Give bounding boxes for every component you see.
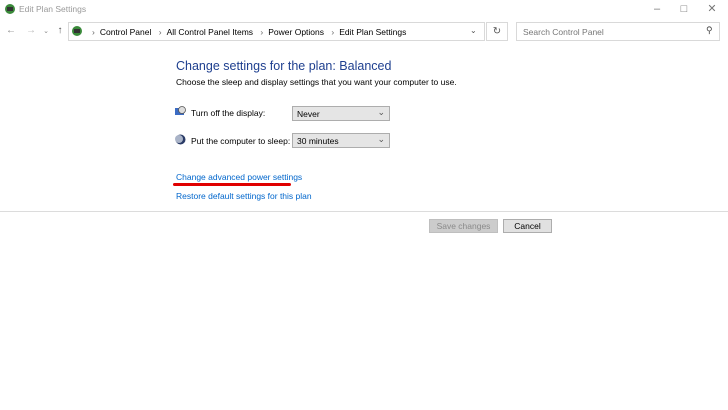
sleep-label: Put the computer to sleep: (191, 136, 291, 146)
back-arrow-icon[interactable]: ← (4, 25, 18, 36)
display-timeout-value: Never (297, 109, 320, 119)
page-subtitle: Choose the sleep and display settings th… (176, 77, 457, 87)
window-title: Edit Plan Settings (19, 4, 87, 14)
search-input[interactable]: Search Control Panel (516, 22, 720, 41)
chevron-right-icon: › (92, 27, 95, 37)
chevron-right-icon: › (331, 27, 335, 37)
display-icon (175, 106, 186, 115)
sleep-timeout-value: 30 minutes (297, 136, 339, 146)
breadcrumb-edit-plan[interactable]: Edit Plan Settings (339, 27, 406, 37)
refresh-button[interactable]: ↻ (486, 22, 508, 41)
search-placeholder: Search Control Panel (523, 27, 604, 37)
breadcrumb: › Control Panel › All Control Panel Items … (92, 27, 406, 37)
display-label: Turn off the display: (191, 108, 266, 118)
search-icon[interactable]: ⚲ (706, 25, 713, 36)
forward-arrow-icon[interactable]: → (24, 25, 38, 36)
sleep-icon (175, 134, 186, 145)
breadcrumb-all-items[interactable]: All Control Panel Items (167, 27, 253, 37)
divider (0, 211, 728, 212)
minimize-button[interactable]: – (646, 2, 668, 16)
display-timeout-select[interactable]: Never ⌄ (292, 106, 390, 121)
restore-defaults-link[interactable]: Restore default settings for this plan (176, 191, 312, 201)
breadcrumb-power-options[interactable]: Power Options (268, 27, 324, 37)
address-dropdown-icon[interactable]: ⌄ (470, 26, 477, 35)
up-arrow-icon[interactable]: ↑ (53, 25, 67, 36)
control-panel-icon (72, 26, 82, 36)
sleep-timeout-select[interactable]: 30 minutes ⌄ (292, 133, 390, 148)
chevron-right-icon: › (158, 27, 162, 37)
maximize-button[interactable]: □ (673, 2, 695, 16)
save-changes-button[interactable]: Save changes (429, 219, 498, 233)
cancel-button[interactable]: Cancel (503, 219, 552, 233)
page-title: Change settings for the plan: Balanced (176, 59, 392, 73)
chevron-down-icon: ⌄ (377, 107, 385, 117)
breadcrumb-control-panel[interactable]: Control Panel (100, 27, 152, 37)
change-advanced-power-settings-link[interactable]: Change advanced power settings (176, 172, 302, 182)
chevron-down-icon: ⌄ (377, 134, 385, 144)
close-button[interactable]: ✕ (701, 2, 723, 16)
chevron-right-icon: › (260, 27, 264, 37)
annotation-underline (173, 183, 291, 186)
power-options-icon (5, 4, 15, 14)
recent-dropdown-icon[interactable]: ⌄ (39, 27, 53, 35)
